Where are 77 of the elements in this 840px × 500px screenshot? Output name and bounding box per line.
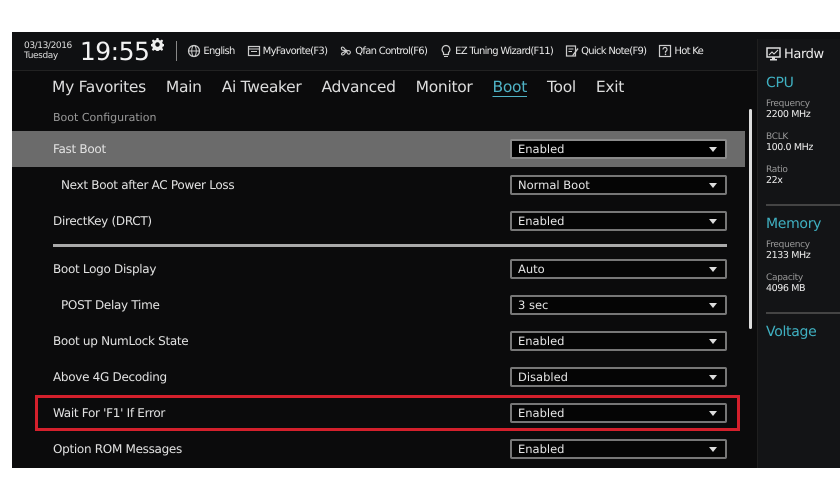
favorite-list-icon: [246, 44, 261, 58]
setting-label: Wait For 'F1' If Error: [53, 406, 166, 420]
panel-title: Hardw: [784, 46, 824, 62]
setting-label: Fast Boot: [53, 142, 106, 156]
toolbar-item[interactable]: English: [187, 44, 235, 58]
dropdown[interactable]: 3 sec: [510, 295, 727, 315]
date-text: 03/13/2016: [24, 41, 72, 51]
menu-tab[interactable]: Monitor: [406, 76, 482, 98]
setting-label: POST Delay Time: [61, 298, 160, 312]
caret-icon: [709, 338, 717, 344]
toolbar-item[interactable]: Hot Ke: [658, 44, 704, 58]
setting-label: Next Boot after AC Power Loss: [61, 178, 234, 192]
setting-row[interactable]: Boot up NumLock State Enabled: [12, 323, 745, 359]
menu-tab[interactable]: Advanced: [312, 76, 406, 98]
caret-icon: [709, 146, 717, 152]
menu-tab[interactable]: Exit: [586, 76, 634, 98]
toolbar-item[interactable]: MyFavorite(F3): [246, 44, 328, 58]
stat-label: Frequency: [766, 99, 811, 109]
caret-icon: [709, 182, 717, 188]
dropdown[interactable]: Normal Boot: [510, 175, 727, 195]
menu-tab[interactable]: Tool: [536, 76, 586, 98]
menu-tab[interactable]: Main: [156, 76, 212, 98]
caret-icon: [709, 446, 717, 452]
stat-label: Capacity: [766, 273, 804, 283]
caret-icon: [709, 266, 717, 272]
stat-label: BCLK: [766, 132, 790, 142]
setting-label: Boot Logo Display: [53, 262, 156, 276]
dropdown[interactable]: Enabled: [510, 139, 727, 159]
stat-value: 100.0 MHz: [766, 142, 814, 153]
dropdown[interactable]: Enabled: [510, 403, 727, 423]
lightbulb-icon: [439, 44, 454, 58]
section-heading: Memory: [766, 216, 822, 232]
menu-tab[interactable]: Boot: [482, 76, 537, 98]
dropdown[interactable]: Enabled: [510, 439, 727, 459]
setting-row[interactable]: DirectKey (DRCT) Enabled: [12, 203, 745, 239]
setting-row[interactable]: Fast Boot Enabled: [12, 131, 745, 167]
note-icon: [565, 44, 580, 58]
toolbar-item[interactable]: Qfan Control(F6): [339, 44, 428, 58]
fan-icon: [339, 44, 354, 58]
day-text: Tuesday: [24, 51, 59, 61]
dropdown[interactable]: Enabled: [510, 331, 727, 351]
caret-icon: [709, 374, 717, 380]
toolbar-item[interactable]: EZ Tuning Wizard(F11): [439, 44, 554, 58]
monitor-icon: [766, 47, 781, 61]
setting-label: Option ROM Messages: [53, 442, 182, 456]
scrollbar-thumb[interactable]: [749, 109, 752, 329]
stat-label: Ratio: [766, 165, 789, 175]
setting-label: DirectKey (DRCT): [53, 214, 152, 228]
globe-icon: [187, 44, 202, 58]
clock-time: 19:55: [80, 36, 150, 66]
stat-value: 22x: [766, 175, 784, 186]
setting-row[interactable]: Next Boot after AC Power Loss Normal Boot: [12, 167, 745, 203]
section-title: Boot Configuration: [52, 110, 158, 126]
highlight-frame[interactable]: Wait For 'F1' If Error Enabled: [35, 395, 740, 431]
menu-tab[interactable]: Ai Tweaker: [212, 76, 312, 98]
menu-tab[interactable]: My Favorites: [42, 76, 156, 98]
setting-row[interactable]: Option ROM Messages Enabled: [12, 431, 745, 467]
setting-row[interactable]: POST Delay Time 3 sec: [12, 287, 745, 323]
caret-icon: [709, 302, 717, 308]
dropdown[interactable]: Auto: [510, 259, 727, 279]
caret-icon: [709, 410, 717, 416]
toolbar-item[interactable]: Quick Note(F9): [565, 44, 646, 58]
caret-icon: [709, 218, 717, 224]
stat-value: 4096 MB: [766, 283, 806, 294]
setting-label: Above 4G Decoding: [53, 370, 167, 384]
dropdown[interactable]: Enabled: [510, 211, 727, 231]
stat-value: 2200 MHz: [766, 109, 812, 120]
section-heading: Voltage: [766, 324, 818, 340]
stat-value: 2133 MHz: [766, 250, 812, 261]
help-icon: [658, 44, 672, 58]
setting-row[interactable]: Above 4G Decoding Disabled: [12, 359, 745, 395]
stat-label: Frequency: [766, 240, 811, 250]
section-heading: CPU: [766, 75, 795, 91]
settings-icon[interactable]: [151, 38, 164, 51]
setting-label: Boot up NumLock State: [53, 334, 188, 348]
setting-row[interactable]: Boot Logo Display Auto: [12, 251, 745, 287]
dropdown[interactable]: Disabled: [510, 367, 727, 387]
